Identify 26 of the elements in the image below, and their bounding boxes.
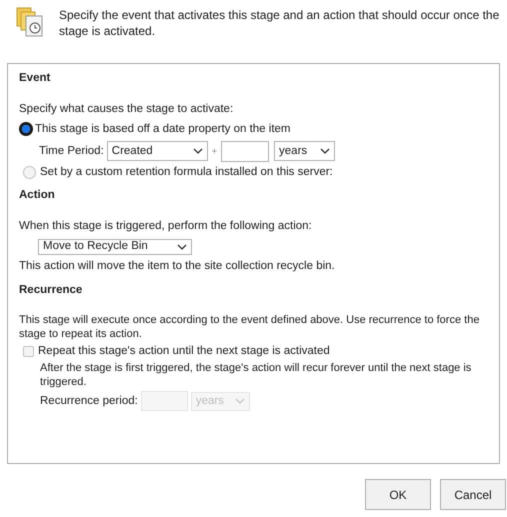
plus-sign: + [210,144,218,158]
field-label: Recurrence period: [40,394,138,409]
chevron-down-icon [320,148,330,154]
description-text: Specify the event that activates this stage and an action that should occur once the stage is activated. [59,7,500,39]
section-heading: Recurrence [19,282,84,298]
dialog-button[interactable]: Cancel [440,479,506,510]
property-select[interactable]: Created [106,141,208,162]
checkbox-label: Repeat this stage's action until the next stage is activated [38,344,330,359]
action-note: This action will move the item to the site collection recycle bin. [19,258,336,274]
section-heading: Event [19,71,52,86]
field-label: Time Period: [39,144,104,159]
chevron-down-icon [234,398,245,404]
chevron-down-icon [177,244,187,250]
unit-select[interactable]: years [274,141,336,162]
prompt-text: Specify what causes the stage to activate: [19,102,234,118]
recurrence-note: After the stage is first triggered, the stage's action will recur forever until the next stage is triggered. [40,361,472,390]
chevron-down-icon [192,148,203,154]
dialog-button[interactable]: OK [365,479,431,510]
prompt-text: When this stage is triggered, perform the following action: [19,219,313,234]
radio-label: This stage is based off a date property on the item [35,122,290,136]
action-select[interactable]: Move to Recycle Bin [38,238,192,254]
radio-button[interactable] [19,122,33,136]
radio-label: Set by a custom retention formula installed on this server: [40,164,333,180]
number-input[interactable] [221,140,270,162]
recurrence-description: This stage will execute once according to the event defined above. Use recurrence to force the stage to repeat its action. [19,313,480,341]
section-heading: Action [19,188,56,203]
